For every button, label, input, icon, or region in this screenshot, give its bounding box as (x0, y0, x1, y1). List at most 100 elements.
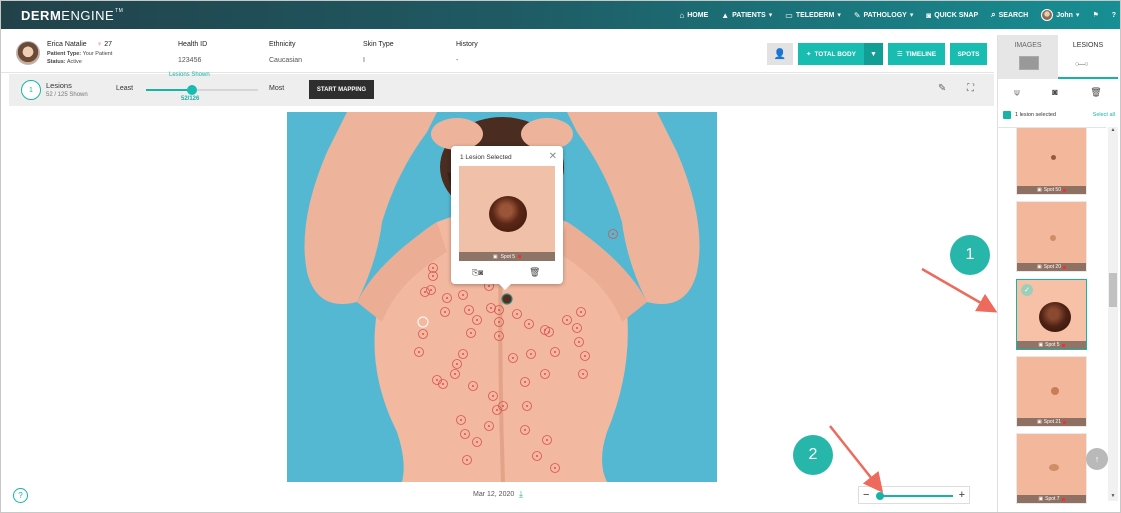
lesion-marker-dot (466, 459, 468, 461)
tab-lesions[interactable]: LESIONS ○—○ (1058, 35, 1118, 79)
most-label: Most (269, 85, 285, 92)
lesions-title: Lesions (46, 81, 72, 90)
zoom-slider-thumb[interactable] (876, 492, 884, 500)
lesions-slider[interactable] (146, 85, 258, 95)
lesion-marker-unmapped[interactable] (417, 316, 429, 328)
close-icon[interactable]: ✕ (549, 151, 557, 162)
body-icon: ✦ (806, 51, 812, 58)
total-body-dropdown[interactable]: ▼ (864, 43, 883, 65)
total-body-button[interactable]: ✦ TOTAL BODY (798, 43, 864, 65)
lesions-slider-thumb[interactable] (186, 85, 197, 95)
zoom-in-button[interactable]: + (959, 489, 965, 501)
risk-flag-icon (1061, 497, 1065, 501)
lesion-marker-dot (578, 341, 580, 343)
nav-search[interactable]: ⌕ SEARCH (991, 10, 1028, 20)
check-icon: ✓ (1021, 284, 1033, 296)
scroll-up-icon[interactable]: ▲ (1108, 127, 1118, 135)
scrollbar-thumb[interactable] (1109, 273, 1117, 307)
timeline-button[interactable]: ☰ TIMELINE (888, 43, 945, 65)
download-icon[interactable]: ⤓ (519, 489, 523, 500)
trash-icon[interactable]: 🗑 (1090, 87, 1101, 98)
lesion-marker-dot (462, 294, 464, 296)
patients-icon: ▲ (721, 10, 730, 20)
lesion-marker-dot (580, 311, 582, 313)
start-mapping-button[interactable]: START MAPPING (309, 80, 374, 99)
lesion-marker-dot (490, 307, 492, 309)
notifications-bell[interactable]: ⚑ (1092, 11, 1098, 19)
zoom-slider-track[interactable] (879, 495, 953, 497)
lesion-marker-dot (468, 309, 470, 311)
lesions-slider-fill (146, 89, 192, 91)
app-logo[interactable]: DERMENGINETM (21, 8, 123, 23)
quick-snap-icon: ◙ (926, 10, 932, 20)
nav-patients[interactable]: ▲ PATIENTS ▾ (721, 11, 772, 20)
lesion-marker-dot (554, 467, 556, 469)
thumbnail-caption: ▣ Spot 7 (1017, 495, 1086, 503)
lesion-thumbnail[interactable]: ▣ Spot 50 (1016, 128, 1087, 195)
edit-icon: ▣ (1038, 342, 1044, 348)
lesion-marker-dot (470, 332, 472, 334)
nav-pathology[interactable]: ✎ PATHOLOGY ▾ (854, 11, 914, 20)
lesion-marker-dot (432, 275, 434, 277)
lesion-marker-dot (528, 323, 530, 325)
selection-checkbox[interactable] (1003, 111, 1011, 119)
lesion-marker-dot (446, 297, 448, 299)
body-map-icon[interactable]: ⍦ (1014, 87, 1019, 98)
nav-home[interactable]: ⌂ HOME (679, 11, 708, 20)
nav-quick-snap[interactable]: ◙ QUICK SNAP (926, 11, 978, 20)
thumbnail-caption: ▣ Spot 50 (1017, 186, 1086, 194)
chevron-down-icon: ▾ (909, 12, 914, 19)
lesion-marker-dot (472, 385, 474, 387)
lesion-marker-dot (422, 333, 424, 335)
fullscreen-icon[interactable]: ⛶ (967, 83, 974, 94)
tab-images[interactable]: IMAGES (998, 35, 1058, 79)
lesion-popup: 1 Lesion Selected ✕ ▣ Spot 5 ⎘◙ 🗑 (451, 146, 563, 290)
edit-icon: ▣ (1038, 496, 1044, 502)
lesion-marker-dot (546, 439, 548, 441)
health-id-label: Health ID (178, 41, 208, 48)
scroll-to-top-button[interactable]: ↑ (1086, 448, 1108, 470)
patient-status: Status: Active (47, 59, 82, 65)
lesion-count-badge: 1 (21, 80, 41, 100)
least-label: Least (116, 85, 134, 92)
lesion-marker-dot (612, 233, 614, 235)
trash-icon[interactable]: 🗑 (529, 267, 540, 278)
chevron-down-icon: ▾ (768, 12, 773, 19)
ethnicity-value: Caucasian (269, 57, 303, 64)
zoom-control[interactable]: − + (858, 486, 970, 504)
risk-flag-icon (1062, 188, 1066, 192)
lesion-thumbnail-selected[interactable]: ✓ ▣ Spot 5 (1016, 279, 1087, 350)
nav-menu: ⌂ HOME ▲ PATIENTS ▾ ▭ TELEDERM ▾ ✎ PATHOLOGY ▾ … (679, 1, 1116, 29)
select-all-link[interactable]: Select all (1093, 112, 1115, 118)
camera-icon[interactable]: ◙ (1052, 87, 1057, 97)
user-menu[interactable]: John ▾ (1041, 9, 1079, 21)
selected-lesion-marker[interactable] (501, 293, 513, 305)
lesion-marker-dot (442, 383, 444, 385)
lesion-marker-dot (432, 267, 434, 269)
images-icon (1019, 56, 1039, 70)
lesion-marker-dot (536, 455, 538, 457)
pathology-icon: ✎ (853, 10, 861, 20)
help-circle-icon[interactable]: ? (13, 488, 28, 503)
lesion-thumbnail[interactable]: ▣ Spot 7 (1016, 433, 1087, 504)
lesion-marker-dot (424, 291, 426, 293)
spots-button[interactable]: SPOTS (950, 43, 987, 65)
panel-scrollbar[interactable]: ▲ ▼ (1108, 127, 1118, 501)
panel-toolbar: ⍦ ◙ 🗑 (998, 81, 1118, 103)
pencil-icon[interactable]: ✎ (938, 83, 946, 94)
popup-lesion-image[interactable]: ▣ Spot 5 (459, 166, 555, 261)
person-view-button[interactable]: 👤 (767, 43, 793, 65)
help-button[interactable]: ? (1112, 12, 1116, 19)
lesion-marker-dot (488, 285, 490, 287)
lesion-marker-dot (582, 373, 584, 375)
tab-lesions-label: LESIONS (1072, 42, 1104, 49)
scroll-down-icon[interactable]: ▼ (1108, 493, 1118, 501)
lesion-thumbnail[interactable]: ▣ Spot 21 (1016, 356, 1087, 427)
history-label: History (456, 41, 478, 48)
lesion-thumbnail[interactable]: ▣ Spot 20 (1016, 201, 1087, 272)
nav-telederm[interactable]: ▭ TELEDERM ▾ (785, 11, 841, 20)
camera-icon[interactable]: ⎘◙ (472, 268, 483, 278)
ethnicity-label: Ethnicity (269, 41, 296, 48)
zoom-out-button[interactable]: − (863, 489, 869, 501)
lesion-marker-dot (498, 335, 500, 337)
